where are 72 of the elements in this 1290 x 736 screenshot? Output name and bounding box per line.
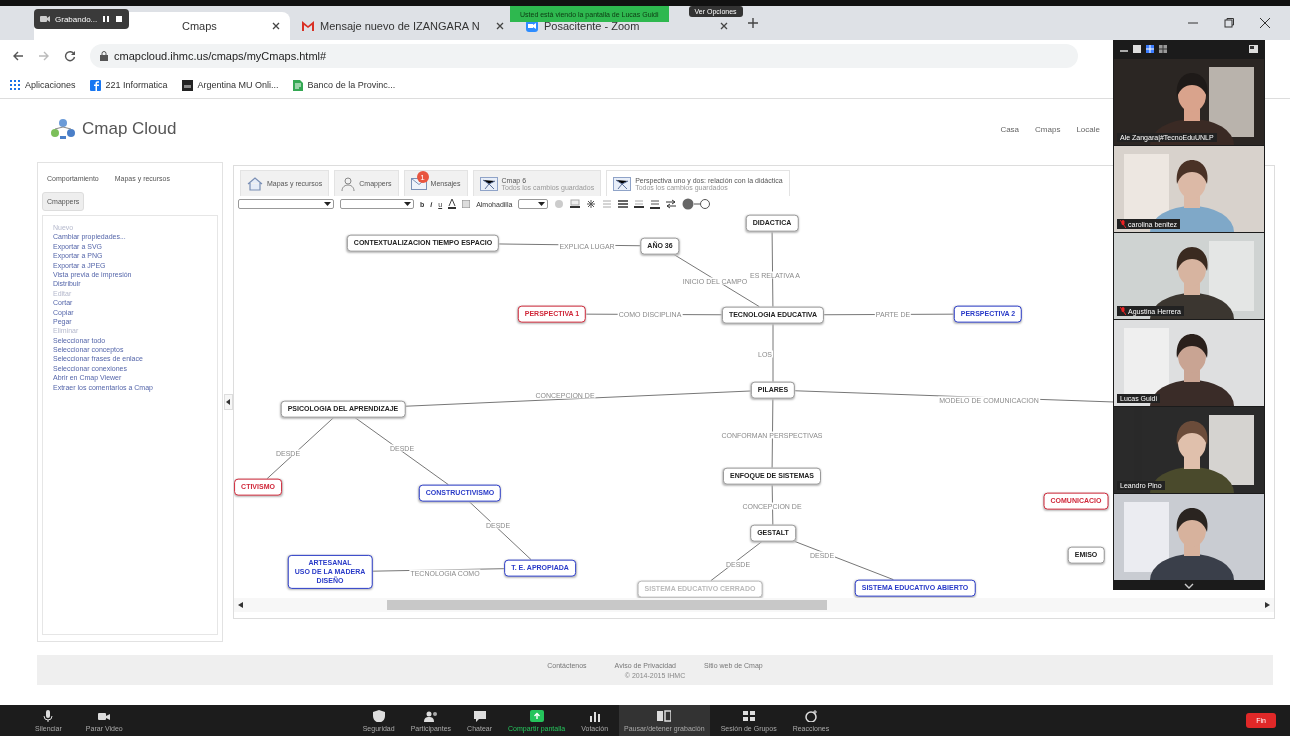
document-icon bbox=[292, 79, 303, 91]
connector-line bbox=[772, 322, 774, 383]
collapse-button[interactable] bbox=[223, 394, 233, 410]
plus-icon[interactable] bbox=[748, 18, 758, 28]
mail-icon bbox=[302, 21, 314, 31]
grid-icon bbox=[741, 709, 756, 722]
shield-icon bbox=[371, 709, 386, 722]
people-icon bbox=[423, 709, 438, 722]
grid-view-icon[interactable] bbox=[1159, 45, 1167, 53]
connector-line bbox=[468, 500, 532, 561]
url-text: cmapcloud.ihmc.us/cmaps/myCmaps.html# bbox=[114, 50, 327, 62]
bookmark[interactable]: Argentina MU Onli... bbox=[181, 79, 279, 91]
shadow-icon[interactable] bbox=[462, 200, 471, 208]
zoom-slider-icon[interactable] bbox=[682, 198, 711, 210]
nav-link[interactable]: Cmaps bbox=[1035, 124, 1061, 134]
bookmark[interactable]: Banco de la Provinc... bbox=[292, 79, 396, 91]
square-f-icon bbox=[89, 79, 101, 91]
close-icon[interactable] bbox=[1260, 18, 1270, 28]
camera-icon bbox=[40, 15, 50, 23]
back-arrow-icon[interactable] bbox=[12, 50, 24, 62]
caret-down-icon bbox=[324, 202, 331, 206]
concept-map-icon bbox=[479, 176, 498, 191]
logo-icon bbox=[50, 118, 76, 140]
logo-text: Cmap Cloud bbox=[82, 119, 177, 139]
smiley-plus-icon bbox=[803, 709, 818, 722]
chevron-down-icon[interactable] bbox=[1184, 582, 1194, 589]
connector-line bbox=[710, 540, 763, 582]
size-dropdown[interactable] bbox=[340, 199, 414, 209]
reload-icon[interactable] bbox=[64, 50, 76, 62]
stop-icon bbox=[115, 15, 124, 23]
text-color-icon[interactable] bbox=[448, 199, 457, 209]
scrollbar-thumb[interactable] bbox=[387, 600, 827, 610]
restore-icon[interactable] bbox=[1224, 18, 1234, 28]
padding-dropdown[interactable] bbox=[518, 199, 549, 209]
muted-microphone-icon bbox=[1120, 220, 1126, 228]
connector-line bbox=[266, 416, 335, 480]
bar-chart-icon bbox=[587, 709, 602, 722]
nav-link[interactable]: Casa bbox=[1000, 124, 1020, 134]
bookmark[interactable]: Aplicaciones bbox=[10, 80, 76, 90]
chat-bubble-icon bbox=[472, 709, 487, 722]
align-icon[interactable] bbox=[650, 199, 661, 209]
muted-microphone-icon bbox=[1120, 307, 1126, 315]
close-icon[interactable] bbox=[272, 22, 280, 30]
expand-icon[interactable] bbox=[1249, 45, 1258, 53]
dark-square-icon bbox=[181, 79, 193, 91]
caret-down-icon bbox=[404, 202, 411, 206]
concept-map-icon bbox=[613, 176, 632, 191]
caret-down-icon bbox=[538, 202, 546, 206]
close-icon[interactable] bbox=[720, 22, 728, 30]
font-dropdown[interactable] bbox=[238, 199, 334, 209]
address-bar[interactable]: cmapcloud.ihmc.us/cmaps/myCmaps.html# bbox=[90, 44, 1078, 68]
star-burst-icon[interactable] bbox=[586, 199, 597, 209]
scroll-left-icon[interactable] bbox=[238, 602, 243, 608]
home-icon bbox=[247, 176, 263, 191]
scroll-right-icon[interactable] bbox=[1265, 602, 1270, 608]
count-badge: 1 bbox=[416, 171, 429, 183]
person-icon bbox=[341, 176, 356, 191]
nav-link[interactable]: Locale bbox=[1076, 124, 1100, 134]
pause-icon bbox=[102, 15, 111, 23]
apps-grid-icon bbox=[10, 80, 20, 90]
bookmark[interactable]: 221 Informatica bbox=[89, 79, 168, 91]
pause-stop-icon bbox=[657, 709, 672, 722]
recording-indicator[interactable]: Grabando... bbox=[34, 9, 130, 29]
caret-left-icon bbox=[226, 399, 230, 405]
close-icon[interactable] bbox=[496, 22, 504, 30]
fill-color-icon[interactable] bbox=[570, 199, 581, 209]
lock-icon bbox=[100, 51, 108, 61]
gallery-view-icon[interactable] bbox=[1146, 45, 1154, 53]
align-icon[interactable] bbox=[634, 199, 645, 209]
microphone-icon bbox=[41, 709, 56, 722]
swap-arrows-icon[interactable] bbox=[666, 199, 677, 209]
lines-icon[interactable] bbox=[618, 199, 629, 209]
